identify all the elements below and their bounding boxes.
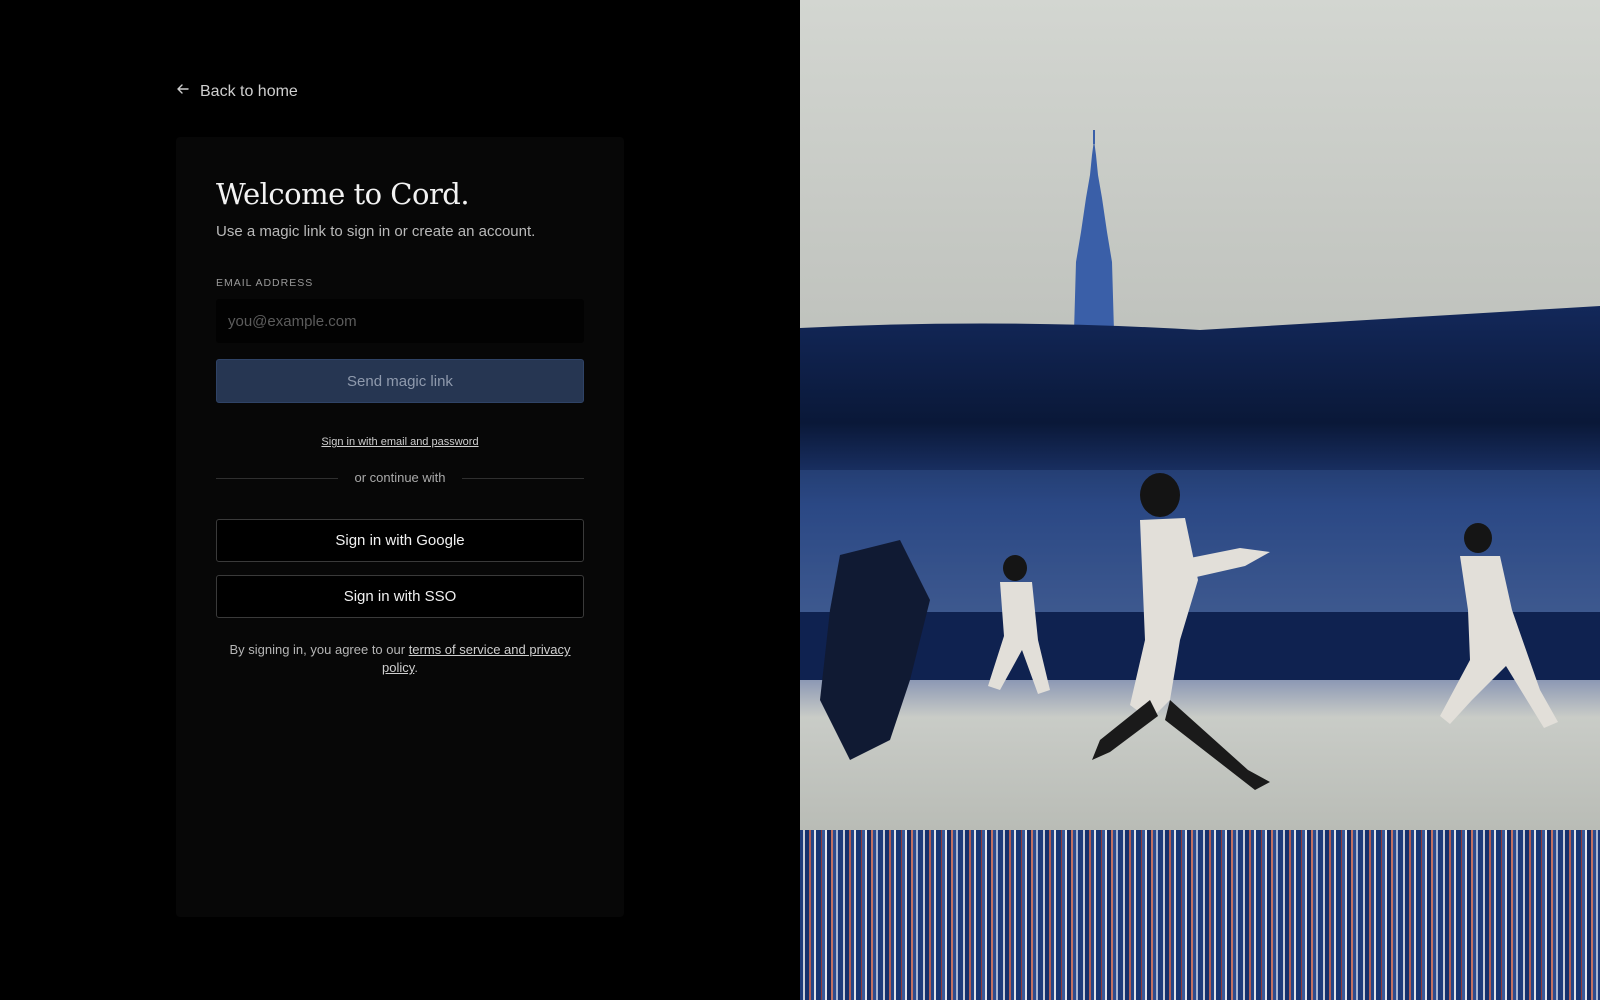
baseball-stadium-image — [800, 0, 1600, 1000]
legal-notice: By signing in, you agree to our terms of… — [216, 641, 584, 677]
email-field-label: EMAIL ADDRESS — [216, 277, 314, 289]
hero-photo — [800, 0, 1600, 1000]
back-to-home-link[interactable]: Back to home — [176, 82, 298, 101]
legal-prefix: By signing in, you agree to our — [229, 642, 409, 657]
sign-in-sso-button[interactable]: Sign in with SSO — [216, 575, 584, 618]
auth-panel: Back to home Welcome to Cord. Use a magi… — [0, 0, 800, 1000]
sign-in-google-button[interactable]: Sign in with Google — [216, 519, 584, 562]
terms-link[interactable]: terms of service and privacy policy — [382, 642, 570, 675]
send-magic-link-button[interactable]: Send magic link — [216, 359, 584, 403]
legal-suffix: . — [414, 660, 418, 675]
divider-text: or continue with — [338, 469, 462, 487]
page-subtitle: Use a magic link to sign in or create an… — [216, 223, 536, 240]
arrow-left-icon — [176, 82, 190, 101]
back-to-home-label: Back to home — [200, 82, 298, 100]
page-title: Welcome to Cord. — [216, 177, 470, 211]
email-field[interactable] — [216, 299, 584, 343]
sign-in-with-password-link[interactable]: Sign in with email and password — [321, 436, 478, 448]
sign-in-card: Welcome to Cord. Use a magic link to sig… — [176, 137, 624, 917]
password-link-container: Sign in with email and password — [176, 432, 624, 450]
